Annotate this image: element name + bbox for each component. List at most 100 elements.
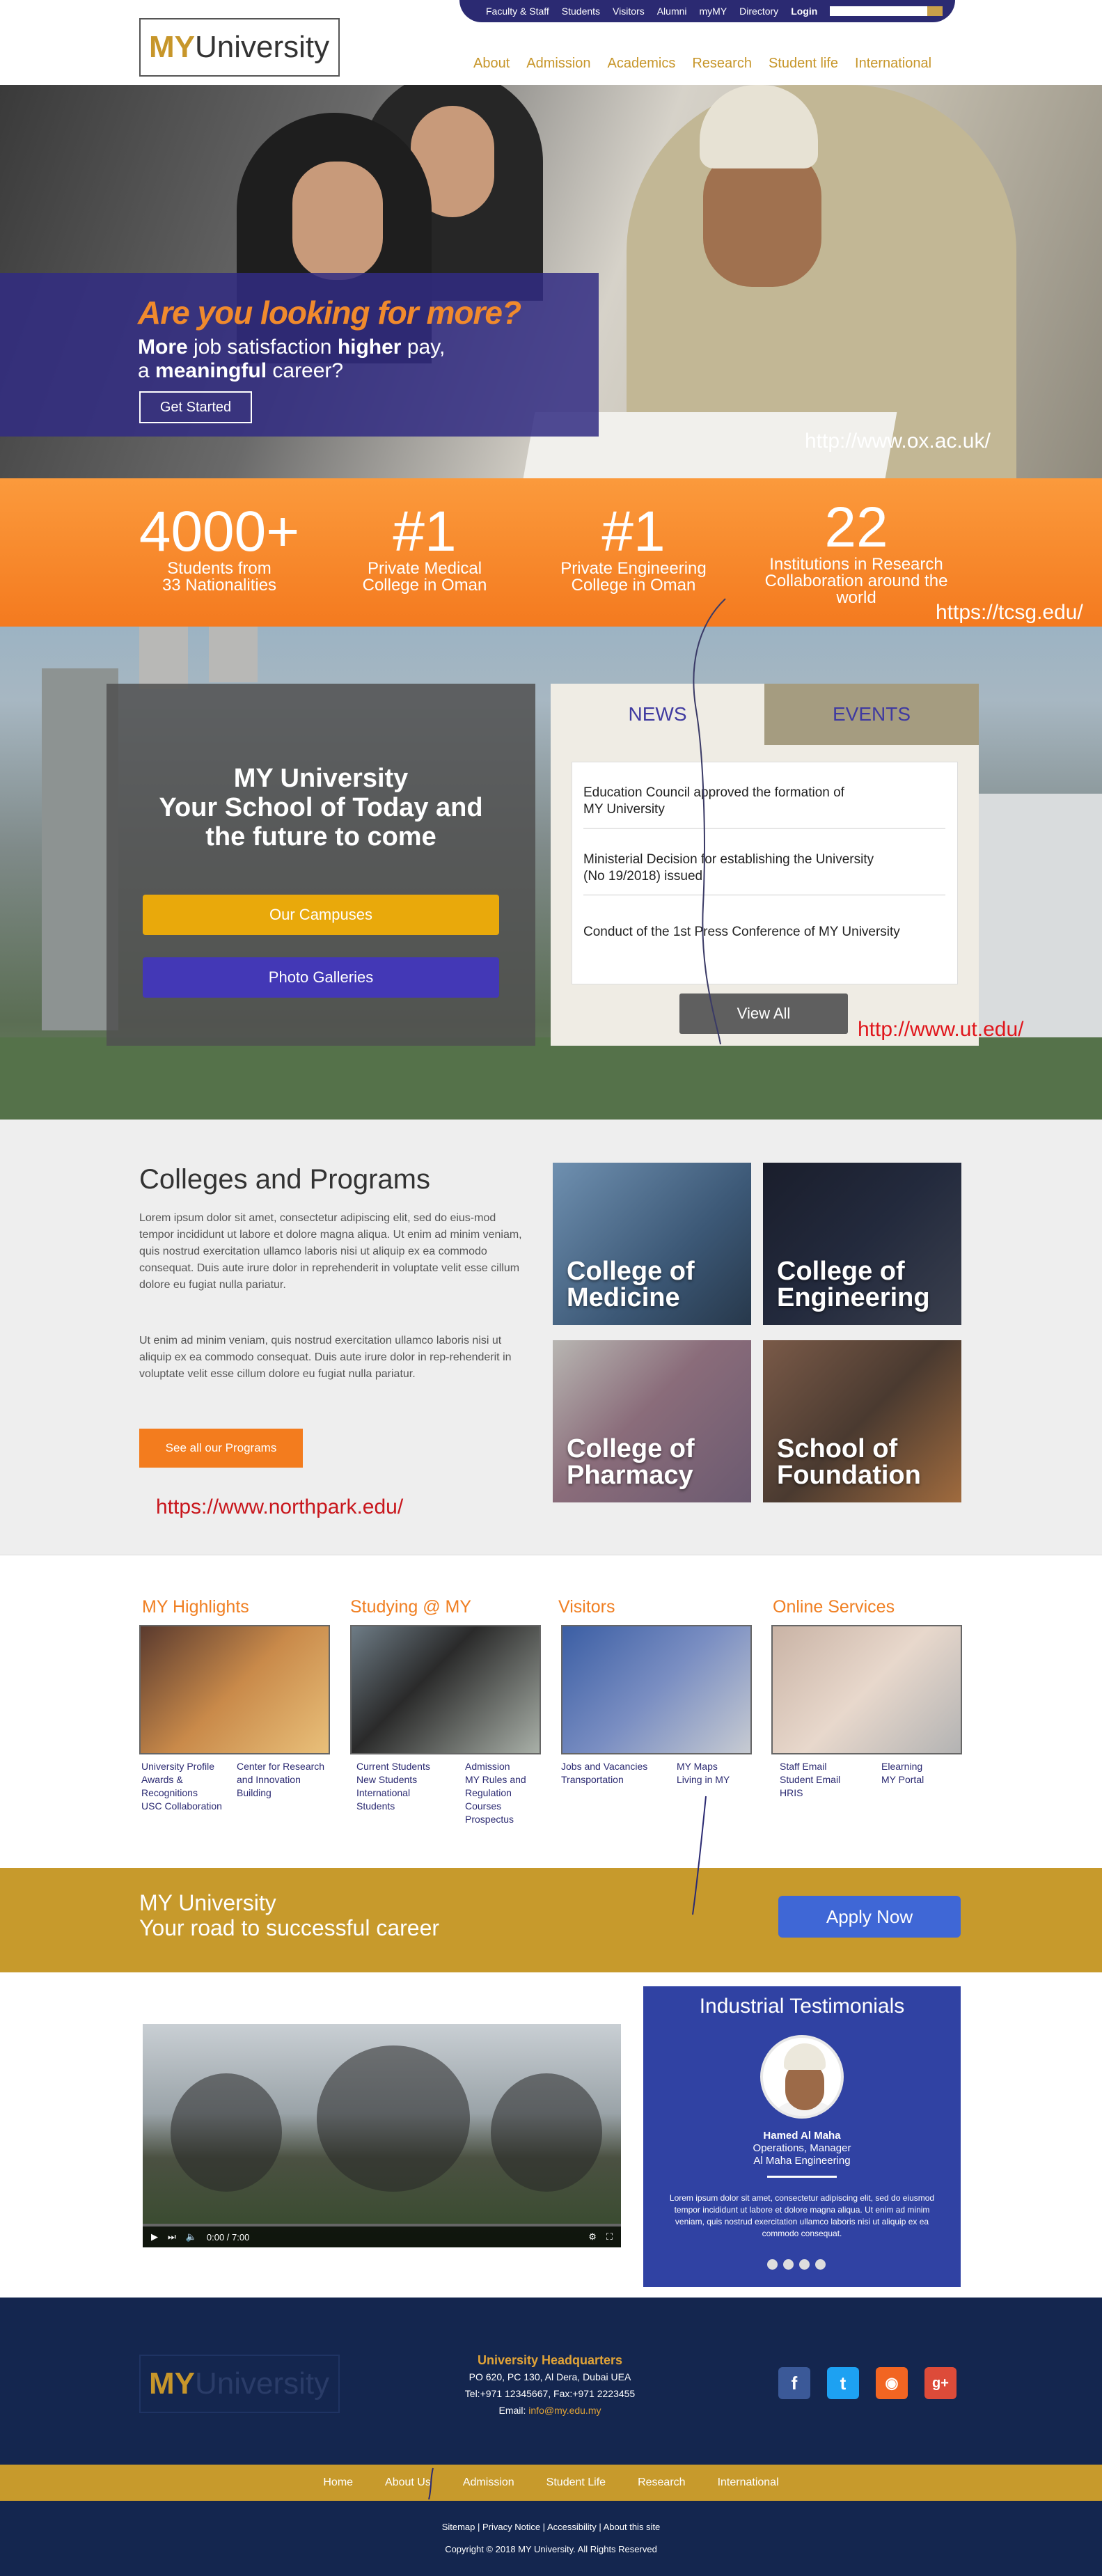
util-link-directory[interactable]: Directory [739,6,778,17]
link[interactable]: USC Collaboration [141,1800,222,1812]
footer-nav-admission[interactable]: Admission [463,2476,514,2489]
link[interactable]: Students [356,1800,395,1812]
nav-admission[interactable]: Admission [526,56,590,72]
nav-research[interactable]: Research [692,56,752,72]
nav-international[interactable]: International [855,56,931,72]
site-logo[interactable]: MY University [139,18,340,77]
visitors-image[interactable] [561,1625,752,1754]
highlights-image[interactable] [139,1625,330,1754]
stat-engineering: #1 Private Engineering College in Oman [550,503,717,594]
school-foundation-tile[interactable]: School of Foundation [763,1340,961,1502]
carousel-dot[interactable] [767,2259,778,2270]
link[interactable]: Living in MY [677,1774,730,1785]
news-item[interactable]: Education Council approved the formation… [583,785,945,828]
college-medicine-tile[interactable]: College of Medicine [553,1163,751,1325]
get-started-button[interactable]: Get Started [139,391,252,423]
carousel-dot[interactable] [799,2259,810,2270]
link[interactable]: Awards & [141,1774,183,1785]
footer-logo[interactable]: MY University [139,2355,340,2413]
hero-banner: Are you looking for more? More job satis… [0,85,1102,478]
stat-number: #1 [601,500,666,563]
carousel-dot[interactable] [815,2259,826,2270]
link[interactable]: Regulation [465,1787,512,1798]
link[interactable]: and Innovation [237,1774,301,1785]
hero-text-2: pay, [401,336,446,359]
link[interactable]: Center for Research [237,1761,324,1772]
twitter-icon[interactable]: t [827,2367,859,2399]
studying-links-b: Admission MY Rules and Regulation Course… [465,1760,526,1826]
news-item[interactable]: Conduct of the 1st Press Conference of M… [583,924,945,950]
our-campuses-button[interactable]: Our Campuses [143,895,499,935]
link[interactable]: Prospectus [465,1814,514,1825]
view-all-button[interactable]: View All [679,994,848,1034]
hq-title: University Headquarters [477,2353,623,2367]
search-icon[interactable] [927,6,943,16]
studying-image[interactable] [350,1625,541,1754]
link[interactable]: Recognitions [141,1787,198,1798]
news-item[interactable]: Ministerial Decision for establishing th… [583,851,945,895]
footer-nav-home[interactable]: Home [323,2476,353,2489]
link[interactable]: Current Students [356,1761,430,1772]
video-player[interactable]: ▶ ⏭ 🔈 0:00 / 7:00 ⚙ ⛶ [143,2024,621,2247]
footer-nav-student-life[interactable]: Student Life [546,2476,606,2489]
hq-address: PO 620, PC 130, Al Dera, Dubai UEA [469,2371,631,2382]
play-icon[interactable]: ▶ [151,2231,158,2243]
util-link-visitors[interactable]: Visitors [613,6,645,17]
link[interactable]: Transportation [561,1774,624,1785]
rss-icon[interactable]: ◉ [876,2367,908,2399]
search-input[interactable] [830,6,928,16]
stat-label: College in Oman [571,576,696,595]
link[interactable]: International [356,1787,410,1798]
googleplus-icon[interactable]: g+ [924,2367,957,2399]
settings-icon[interactable]: ⚙ [588,2231,597,2243]
nav-about[interactable]: About [473,56,510,72]
fullscreen-icon[interactable]: ⛶ [606,2231,621,2243]
nav-student-life[interactable]: Student life [769,56,838,72]
link[interactable]: MY Rules and [465,1774,526,1785]
stat-number: 22 [824,496,888,559]
campus-trees [0,1037,1102,1120]
link[interactable]: Courses [465,1800,501,1812]
news-text: Conduct of the 1st Press Conference of M… [583,925,900,939]
link[interactable]: HRIS [780,1787,803,1798]
link[interactable]: Student Email [780,1774,840,1785]
util-link-faculty[interactable]: Faculty & Staff [486,6,549,17]
facebook-icon[interactable]: f [778,2367,810,2399]
link[interactable]: Admission [465,1761,510,1772]
link[interactable]: Jobs and Vacancies [561,1761,647,1772]
link[interactable]: Staff Email [780,1761,826,1772]
util-link-mymy[interactable]: myMY [700,6,727,17]
footer-nav-international[interactable]: International [718,2476,779,2489]
footer-nav-research[interactable]: Research [638,2476,685,2489]
tab-events[interactable]: EVENTS [764,684,979,745]
carousel-dot[interactable] [783,2259,794,2270]
link[interactable]: Building [237,1787,271,1798]
online-services-image[interactable] [771,1625,962,1754]
link[interactable]: Elearning [881,1761,922,1772]
link[interactable]: MY Portal [881,1774,924,1785]
video-time: 0:00 / 7:00 [206,2231,250,2243]
video-frame-tree [491,2073,602,2192]
footer-legal-links[interactable]: Sitemap | Privacy Notice | Accessibility… [0,2522,1102,2532]
hq-email-link[interactable]: info@my.edu.my [528,2405,601,2416]
link[interactable]: MY Maps [677,1761,718,1772]
college-engineering-tile[interactable]: College of Engineering [763,1163,961,1325]
link[interactable]: University Profile [141,1761,214,1772]
link[interactable]: New Students [356,1774,417,1785]
tab-news[interactable]: NEWS [551,684,764,745]
util-link-students[interactable]: Students [562,6,600,17]
college-pharmacy-tile[interactable]: College of Pharmacy [553,1340,751,1502]
volume-icon[interactable]: 🔈 [186,2231,197,2243]
tile-label: College of [777,1257,905,1286]
photo-galleries-button[interactable]: Photo Galleries [143,957,499,998]
see-all-programs-button[interactable]: See all our Programs [139,1429,303,1468]
login-link[interactable]: Login [791,6,817,17]
news-text: MY University [583,802,665,817]
next-icon[interactable]: ⏭ [168,2231,176,2243]
apply-now-button[interactable]: Apply Now [778,1896,961,1938]
nav-academics[interactable]: Academics [608,56,676,72]
video-frame-tree [317,2045,470,2192]
tile-label: College of [567,1434,695,1463]
footer-nav-about[interactable]: About Us [385,2476,431,2489]
util-link-alumni[interactable]: Alumni [657,6,687,17]
